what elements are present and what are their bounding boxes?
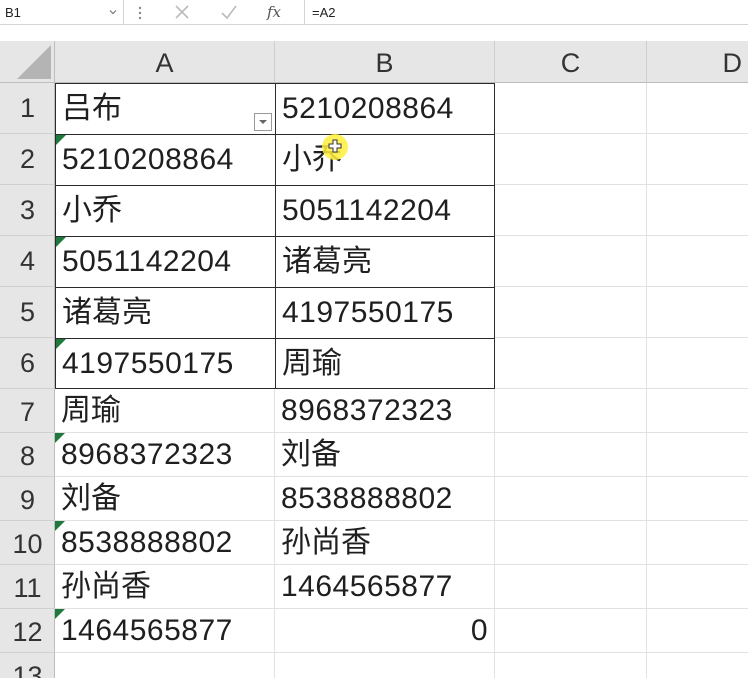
cell-cursor-icon — [322, 134, 348, 160]
cell-b3[interactable]: 5051142204 — [275, 185, 495, 237]
select-all-triangle-icon — [17, 45, 51, 79]
cell-a13[interactable] — [55, 653, 275, 678]
cell-a3[interactable]: 小乔 — [55, 185, 276, 237]
column-header-a[interactable]: A — [55, 41, 275, 83]
cell-a5[interactable]: 诸葛亮 — [55, 287, 276, 339]
fx-icon[interactable]: fx — [262, 2, 286, 22]
column-header-c[interactable]: C — [495, 41, 647, 83]
row-header-5[interactable]: 5 — [0, 287, 55, 338]
drag-handle-icon[interactable] — [134, 4, 146, 22]
cell-a9[interactable]: 刘备 — [55, 477, 275, 521]
plus-cursor-icon — [328, 139, 342, 153]
error-flag-icon — [56, 237, 66, 247]
lower-grid-lines — [495, 389, 748, 678]
cell-a6-text: 4197550175 — [62, 347, 234, 380]
error-flag-icon — [56, 135, 66, 145]
cell-a8[interactable]: 8968372323 — [55, 433, 275, 477]
formula-input[interactable]: =A2 — [312, 5, 336, 20]
row-header-4[interactable]: 4 — [0, 236, 55, 287]
cell-a7[interactable]: 周瑜 — [55, 389, 275, 433]
row-header-10[interactable]: 10 — [0, 521, 55, 565]
cell-b13[interactable] — [275, 653, 495, 678]
cell-a4[interactable]: 5051142204 — [55, 236, 276, 288]
cell-a12[interactable]: 1464565877 — [55, 609, 275, 653]
cell-b9[interactable]: 8538888802 — [275, 477, 495, 521]
cell-a2[interactable]: 5210208864 — [55, 134, 276, 186]
error-flag-icon — [55, 609, 65, 619]
row-header-9[interactable]: 9 — [0, 477, 55, 521]
cell-b7[interactable]: 8968372323 — [275, 389, 495, 433]
grid-line-cd — [646, 389, 647, 678]
cell-a11[interactable]: 孙尚香 — [55, 565, 275, 609]
cell-b11[interactable]: 1464565877 — [275, 565, 495, 609]
cell-b5[interactable]: 4197550175 — [275, 287, 495, 339]
row-header-6[interactable]: 6 — [0, 338, 55, 389]
error-flag-icon — [55, 521, 65, 531]
cell-b8[interactable]: 刘备 — [275, 433, 495, 477]
row-header-12[interactable]: 12 — [0, 609, 55, 653]
cell-b6[interactable]: 周瑜 — [275, 338, 495, 389]
cell-a1[interactable]: 吕布 — [55, 83, 276, 135]
select-all-button[interactable] — [0, 41, 55, 83]
cell-b1[interactable]: 5210208864 — [275, 83, 495, 135]
column-header-b[interactable]: B — [275, 41, 495, 83]
row-header-13[interactable]: 13 — [0, 653, 55, 678]
cell-a8-text: 8968372323 — [61, 438, 233, 471]
name-box-value[interactable]: B1 — [5, 5, 21, 20]
cell-b2[interactable]: 小乔 — [275, 134, 495, 186]
cell-a2-text: 5210208864 — [62, 143, 234, 176]
column-header-d[interactable]: D — [647, 41, 748, 83]
row-header-7[interactable]: 7 — [0, 389, 55, 433]
error-flag-icon — [55, 433, 65, 443]
row-header-11[interactable]: 11 — [0, 565, 55, 609]
row-header-3[interactable]: 3 — [0, 185, 55, 236]
row-header-2[interactable]: 2 — [0, 134, 55, 185]
cell-b4[interactable]: 诸葛亮 — [275, 236, 495, 288]
cancel-icon[interactable] — [170, 2, 194, 22]
cell-a4-text: 5051142204 — [62, 245, 232, 278]
cell-a6[interactable]: 4197550175 — [55, 338, 276, 389]
cell-a10[interactable]: 8538888802 — [55, 521, 275, 565]
row-header-1[interactable]: 1 — [0, 83, 55, 134]
chevron-down-icon[interactable] — [107, 6, 119, 18]
row-header-8[interactable]: 8 — [0, 433, 55, 477]
enter-check-icon[interactable] — [217, 2, 241, 22]
formula-separator — [304, 0, 305, 25]
filter-dropdown-icon[interactable] — [254, 113, 272, 131]
cell-b12[interactable]: 0 — [275, 609, 495, 653]
cell-a12-text: 1464565877 — [61, 614, 233, 647]
error-flag-icon — [56, 339, 66, 349]
cell-b10[interactable]: 孙尚香 — [275, 521, 495, 565]
formula-bar: B1 fx =A2 — [0, 0, 748, 25]
name-box[interactable]: B1 — [0, 0, 124, 25]
cell-a10-text: 8538888802 — [61, 526, 233, 559]
